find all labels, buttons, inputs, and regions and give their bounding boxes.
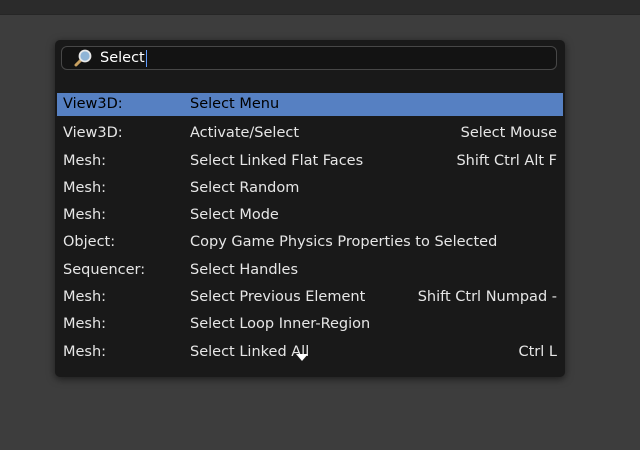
magnifier-icon <box>72 47 100 69</box>
result-category: Mesh: <box>63 316 107 333</box>
result-hotkey: Shift Ctrl Numpad - <box>417 289 557 306</box>
result-operator-name: Select Previous Element <box>190 289 366 306</box>
result-operator-name: Select Loop Inner-Region <box>190 316 371 333</box>
search-input[interactable]: Select <box>100 47 147 69</box>
result-category: Mesh: <box>63 343 107 360</box>
search-result-row[interactable]: View3D: Activate/Select Select Mouse <box>57 120 563 147</box>
result-operator-name: Copy Game Physics Properties to Selected <box>190 234 498 251</box>
result-operator-name: Select Linked Flat Faces <box>190 152 364 169</box>
operator-search-popup: Select View3D: Select Menu View3D: Activate… <box>55 40 565 377</box>
search-result-row[interactable]: Mesh: Select Loop Inner-Region <box>57 311 563 338</box>
window-header-bar <box>0 0 640 15</box>
result-operator-name: Activate/Select <box>190 125 300 142</box>
result-operator-name: Select Handles <box>190 261 299 278</box>
result-hotkey: Shift Ctrl Alt F <box>456 152 557 169</box>
result-category: Mesh: <box>63 179 107 196</box>
search-field[interactable]: Select <box>61 46 557 70</box>
search-result-row[interactable]: Sequencer: Select Handles <box>57 257 563 284</box>
result-operator-name: Select Mode <box>190 207 279 224</box>
result-operator-name: Select Random <box>190 179 300 196</box>
scroll-down-arrow-icon[interactable] <box>296 354 308 361</box>
result-category: Mesh: <box>63 152 107 169</box>
search-result-row[interactable]: Mesh: Select Random <box>57 175 563 202</box>
search-query-text: Select <box>100 50 145 66</box>
result-operator-name: Select Linked All <box>190 343 310 360</box>
result-operator-name: Select Menu <box>190 96 280 112</box>
result-hotkey: Ctrl L <box>518 343 558 360</box>
search-result-row[interactable]: Mesh: Select Linked All Ctrl L <box>57 339 563 366</box>
search-results-list: View3D: Select Menu View3D: Activate/Select… <box>57 93 563 366</box>
result-category: Object: <box>63 234 116 251</box>
result-category: View3D: <box>63 125 123 142</box>
result-category: Mesh: <box>63 207 107 224</box>
result-category: Mesh: <box>63 289 107 306</box>
search-result-row[interactable]: View3D: Select Menu <box>57 93 563 116</box>
text-caret <box>145 49 147 67</box>
result-category: Sequencer: <box>63 261 146 278</box>
search-result-row[interactable]: Mesh: Select Linked Flat Faces Shift Ctrl … <box>57 148 563 175</box>
result-hotkey: Select Mouse <box>460 125 557 142</box>
search-result-row[interactable]: Object: Copy Game Physics Properties to S… <box>57 229 563 256</box>
search-result-row[interactable]: Mesh: Select Previous Element Shift Ctrl N… <box>57 284 563 311</box>
search-result-row[interactable]: Mesh: Select Mode <box>57 202 563 229</box>
result-category: View3D: <box>63 96 123 112</box>
